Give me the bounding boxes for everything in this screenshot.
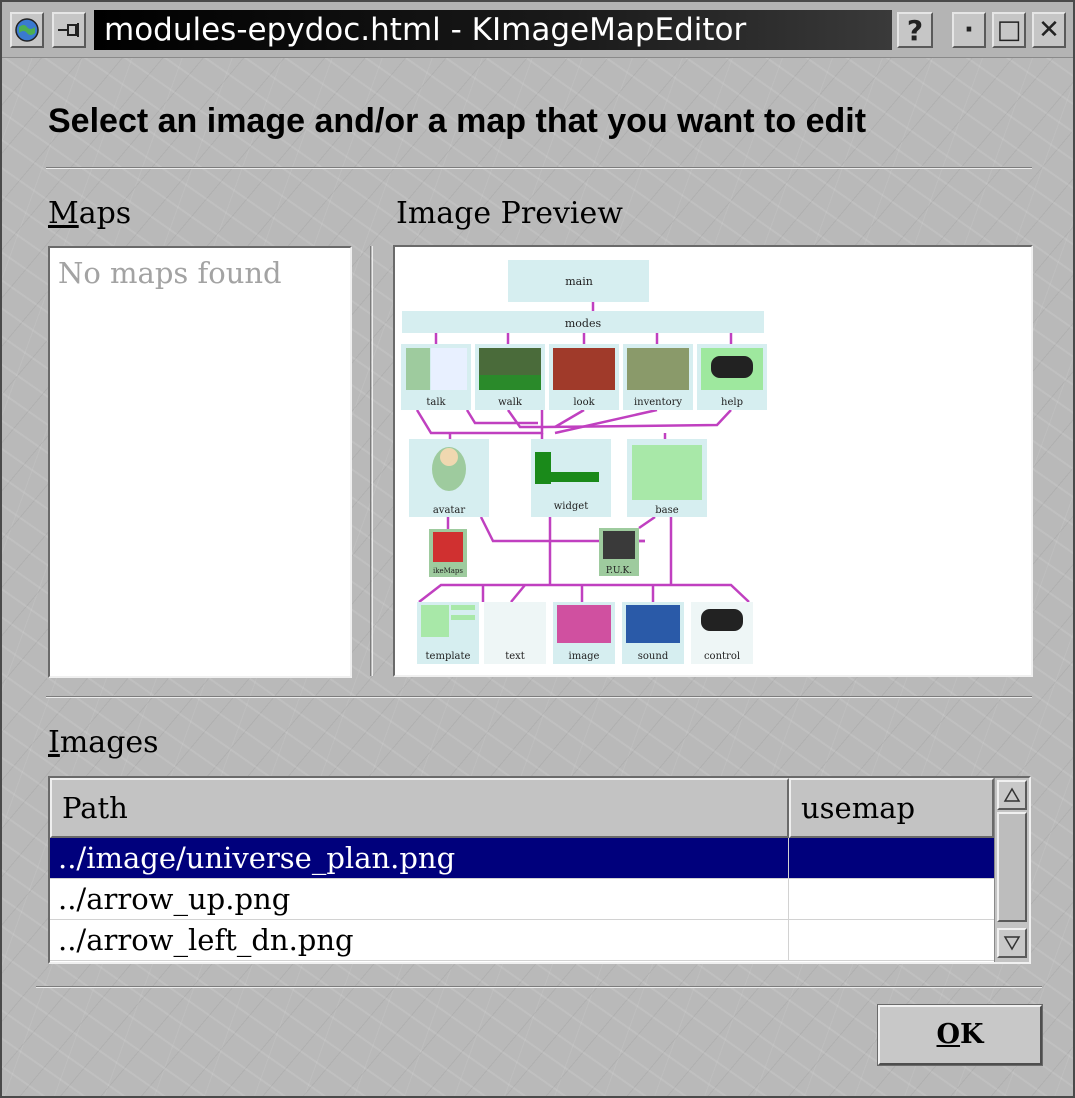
diagram-label-help: help	[721, 397, 743, 408]
scrollbar-thumb[interactable]	[997, 812, 1027, 922]
app-menu-icon[interactable]	[10, 12, 44, 48]
maps-list[interactable]: No maps found	[48, 246, 352, 678]
diagram-label-inventory: inventory	[634, 397, 682, 408]
image-preview-label: Image Preview	[396, 196, 623, 231]
minimize-icon: ·	[964, 15, 974, 45]
row-usemap	[789, 879, 994, 919]
diagram-label-control: control	[704, 651, 740, 662]
row-path: ../image/universe_plan.png	[50, 838, 789, 878]
title-bar[interactable]: modules-epydoc.html - KImageMapEditor ? …	[2, 2, 1073, 58]
maximize-button[interactable]: □	[992, 12, 1026, 48]
minimize-button[interactable]: ·	[952, 12, 986, 48]
universe-plan-diagram: main modes talk walk look inventory help…	[401, 260, 767, 664]
row-path: ../arrow_left_dn.png	[50, 920, 789, 960]
divider	[46, 696, 1032, 698]
table-row[interactable]: ../image/universe_plan.png	[50, 838, 994, 879]
table-body: ../image/universe_plan.png ../arrow_up.p…	[50, 838, 994, 961]
row-usemap	[789, 920, 994, 960]
column-header-path[interactable]: Path	[50, 778, 789, 838]
diagram-label-widget: widget	[554, 501, 589, 512]
table-header: Path usemap	[50, 778, 994, 838]
diagram-label-template: template	[426, 651, 471, 662]
diagram-label-puk: P.U.K.	[606, 566, 632, 576]
diagram-label-sound: sound	[638, 651, 669, 662]
maps-empty-message: No maps found	[58, 256, 282, 290]
scroll-down-button[interactable]	[997, 928, 1027, 958]
arrow-up-icon	[1003, 787, 1021, 802]
vertical-scrollbar[interactable]	[994, 778, 1029, 962]
diagram-label-modes: modes	[565, 317, 602, 330]
kimagemapeditor-dialog: modules-epydoc.html - KImageMapEditor ? …	[0, 0, 1075, 1098]
arrow-down-icon	[1003, 936, 1021, 951]
row-usemap	[789, 838, 994, 878]
window-title: modules-epydoc.html - KImageMapEditor	[94, 10, 892, 50]
diagram-label-text: text	[505, 651, 525, 662]
close-button[interactable]: ✕	[1032, 12, 1066, 48]
diagram-label-main: main	[565, 275, 593, 288]
divider	[46, 167, 1032, 169]
column-header-usemap[interactable]: usemap	[789, 778, 994, 838]
help-button[interactable]: ?	[897, 12, 933, 48]
maximize-icon: □	[996, 15, 1022, 45]
close-icon: ✕	[1038, 15, 1060, 45]
diagram-label-base: base	[655, 505, 678, 516]
scroll-up-button[interactable]	[997, 780, 1027, 810]
row-path: ../arrow_up.png	[50, 879, 789, 919]
diagram-label-look: look	[573, 397, 595, 408]
maps-label: Maps	[48, 196, 132, 231]
dialog-heading: Select an image and/or a map that you wa…	[48, 102, 867, 140]
ok-button[interactable]: OK	[877, 1004, 1043, 1066]
vertical-divider	[370, 246, 373, 676]
diagram-label-walk: walk	[498, 397, 523, 408]
sticky-pin-icon[interactable]	[52, 12, 86, 48]
diagram-label-image: image	[569, 651, 600, 662]
table-row[interactable]: ../arrow_up.png	[50, 879, 994, 920]
image-preview: main modes talk walk look inventory help…	[393, 245, 1033, 677]
diagram-label-avatar: avatar	[433, 505, 466, 516]
diagram-label-ikemaps: ikeMaps	[433, 567, 463, 575]
divider	[36, 986, 1042, 988]
images-table[interactable]: Path usemap ../image/universe_plan.png .…	[48, 776, 1031, 964]
diagram-label-talk: talk	[426, 397, 446, 408]
images-label: Images	[48, 725, 159, 760]
help-icon: ?	[906, 13, 924, 47]
table-row[interactable]: ../arrow_left_dn.png	[50, 920, 994, 961]
